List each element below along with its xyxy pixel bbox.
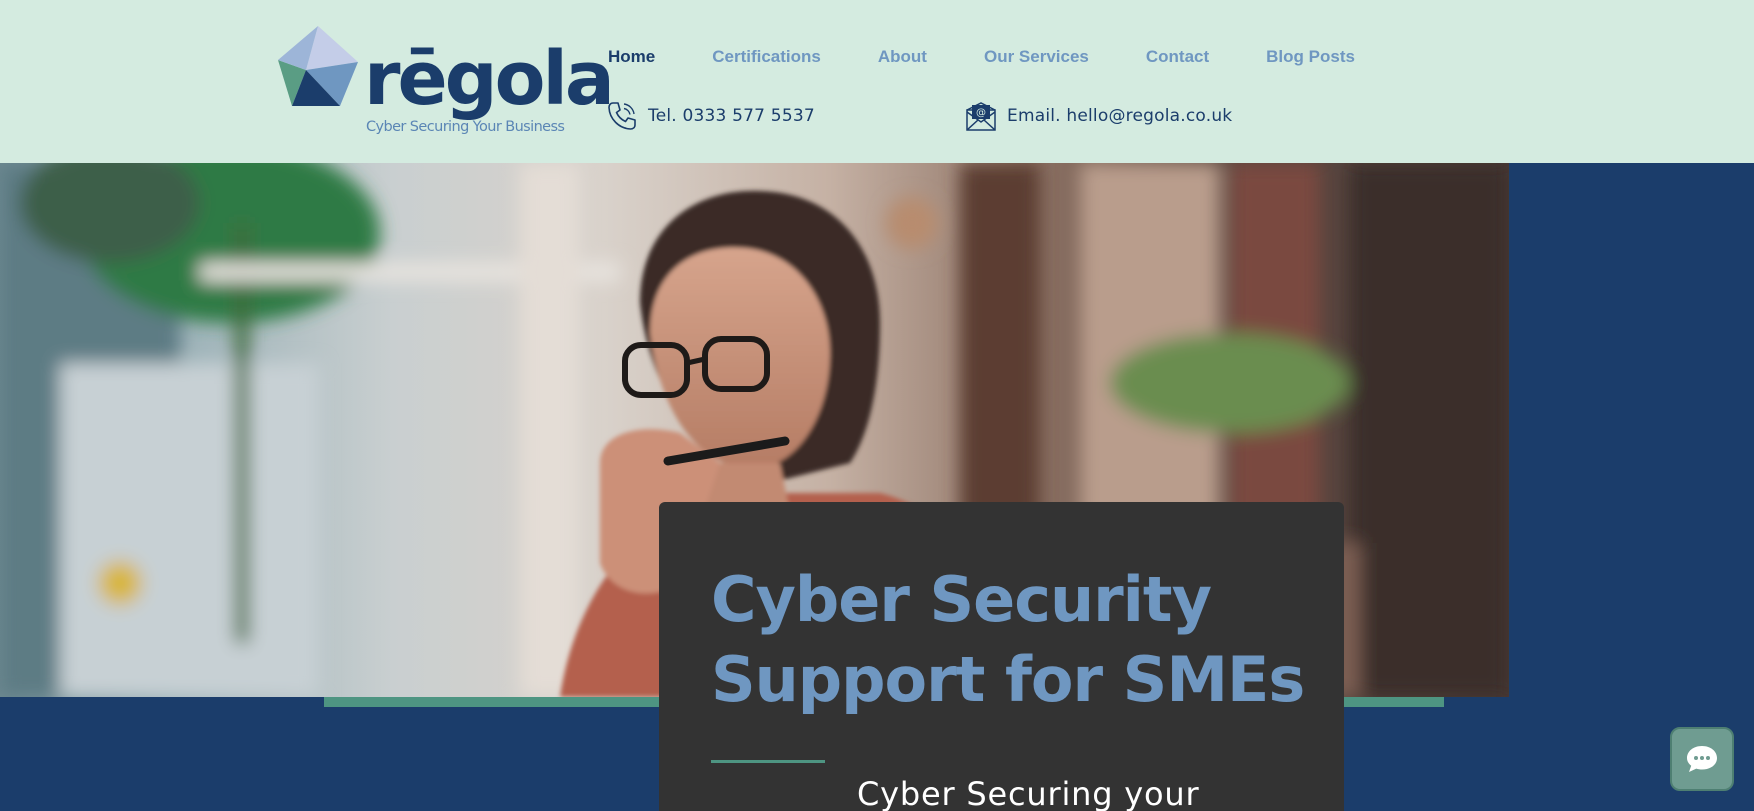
hero-title: Cyber Security Support for SMEs (711, 560, 1311, 720)
hero-card: Cyber Security Support for SMEs Cyber Se… (659, 502, 1344, 811)
nav-certifications[interactable]: Certifications (712, 46, 821, 68)
envelope-icon: @ (966, 102, 996, 131)
phone-icon (608, 102, 636, 130)
hero-title-line-1: Cyber Security (711, 563, 1212, 636)
nav-our-services[interactable]: Our Services (984, 46, 1089, 68)
phone-text: Tel. 0333 577 5537 (648, 106, 815, 126)
svg-text:@: @ (976, 108, 986, 119)
nav-contact[interactable]: Contact (1146, 46, 1209, 68)
phone-link[interactable]: Tel. 0333 577 5537 (606, 100, 815, 132)
nav-home[interactable]: Home (608, 46, 655, 68)
site-header: rēgola Cyber Securing Your Business Home… (0, 0, 1754, 163)
brand-logo[interactable]: rēgola Cyber Securing Your Business (278, 24, 615, 140)
nav-blog-posts[interactable]: Blog Posts (1266, 46, 1355, 68)
email-text: Email. hello@regola.co.uk (1007, 106, 1233, 126)
chat-button[interactable] (1670, 727, 1734, 791)
brand-tagline: Cyber Securing Your Business (366, 119, 565, 135)
brand-name: rēgola (364, 36, 615, 122)
chat-bubble-icon (1687, 746, 1717, 772)
hero-subtitle: Cyber Securing your (857, 775, 1200, 811)
geometric-gem-icon (278, 26, 358, 106)
email-link[interactable]: @ Email. hello@regola.co.uk (965, 100, 1232, 132)
nav-about[interactable]: About (878, 46, 927, 68)
title-divider (711, 760, 825, 763)
main-nav: Home Certifications About Our Services C… (608, 46, 1412, 68)
hero-title-line-2: Support for SMEs (711, 643, 1305, 716)
